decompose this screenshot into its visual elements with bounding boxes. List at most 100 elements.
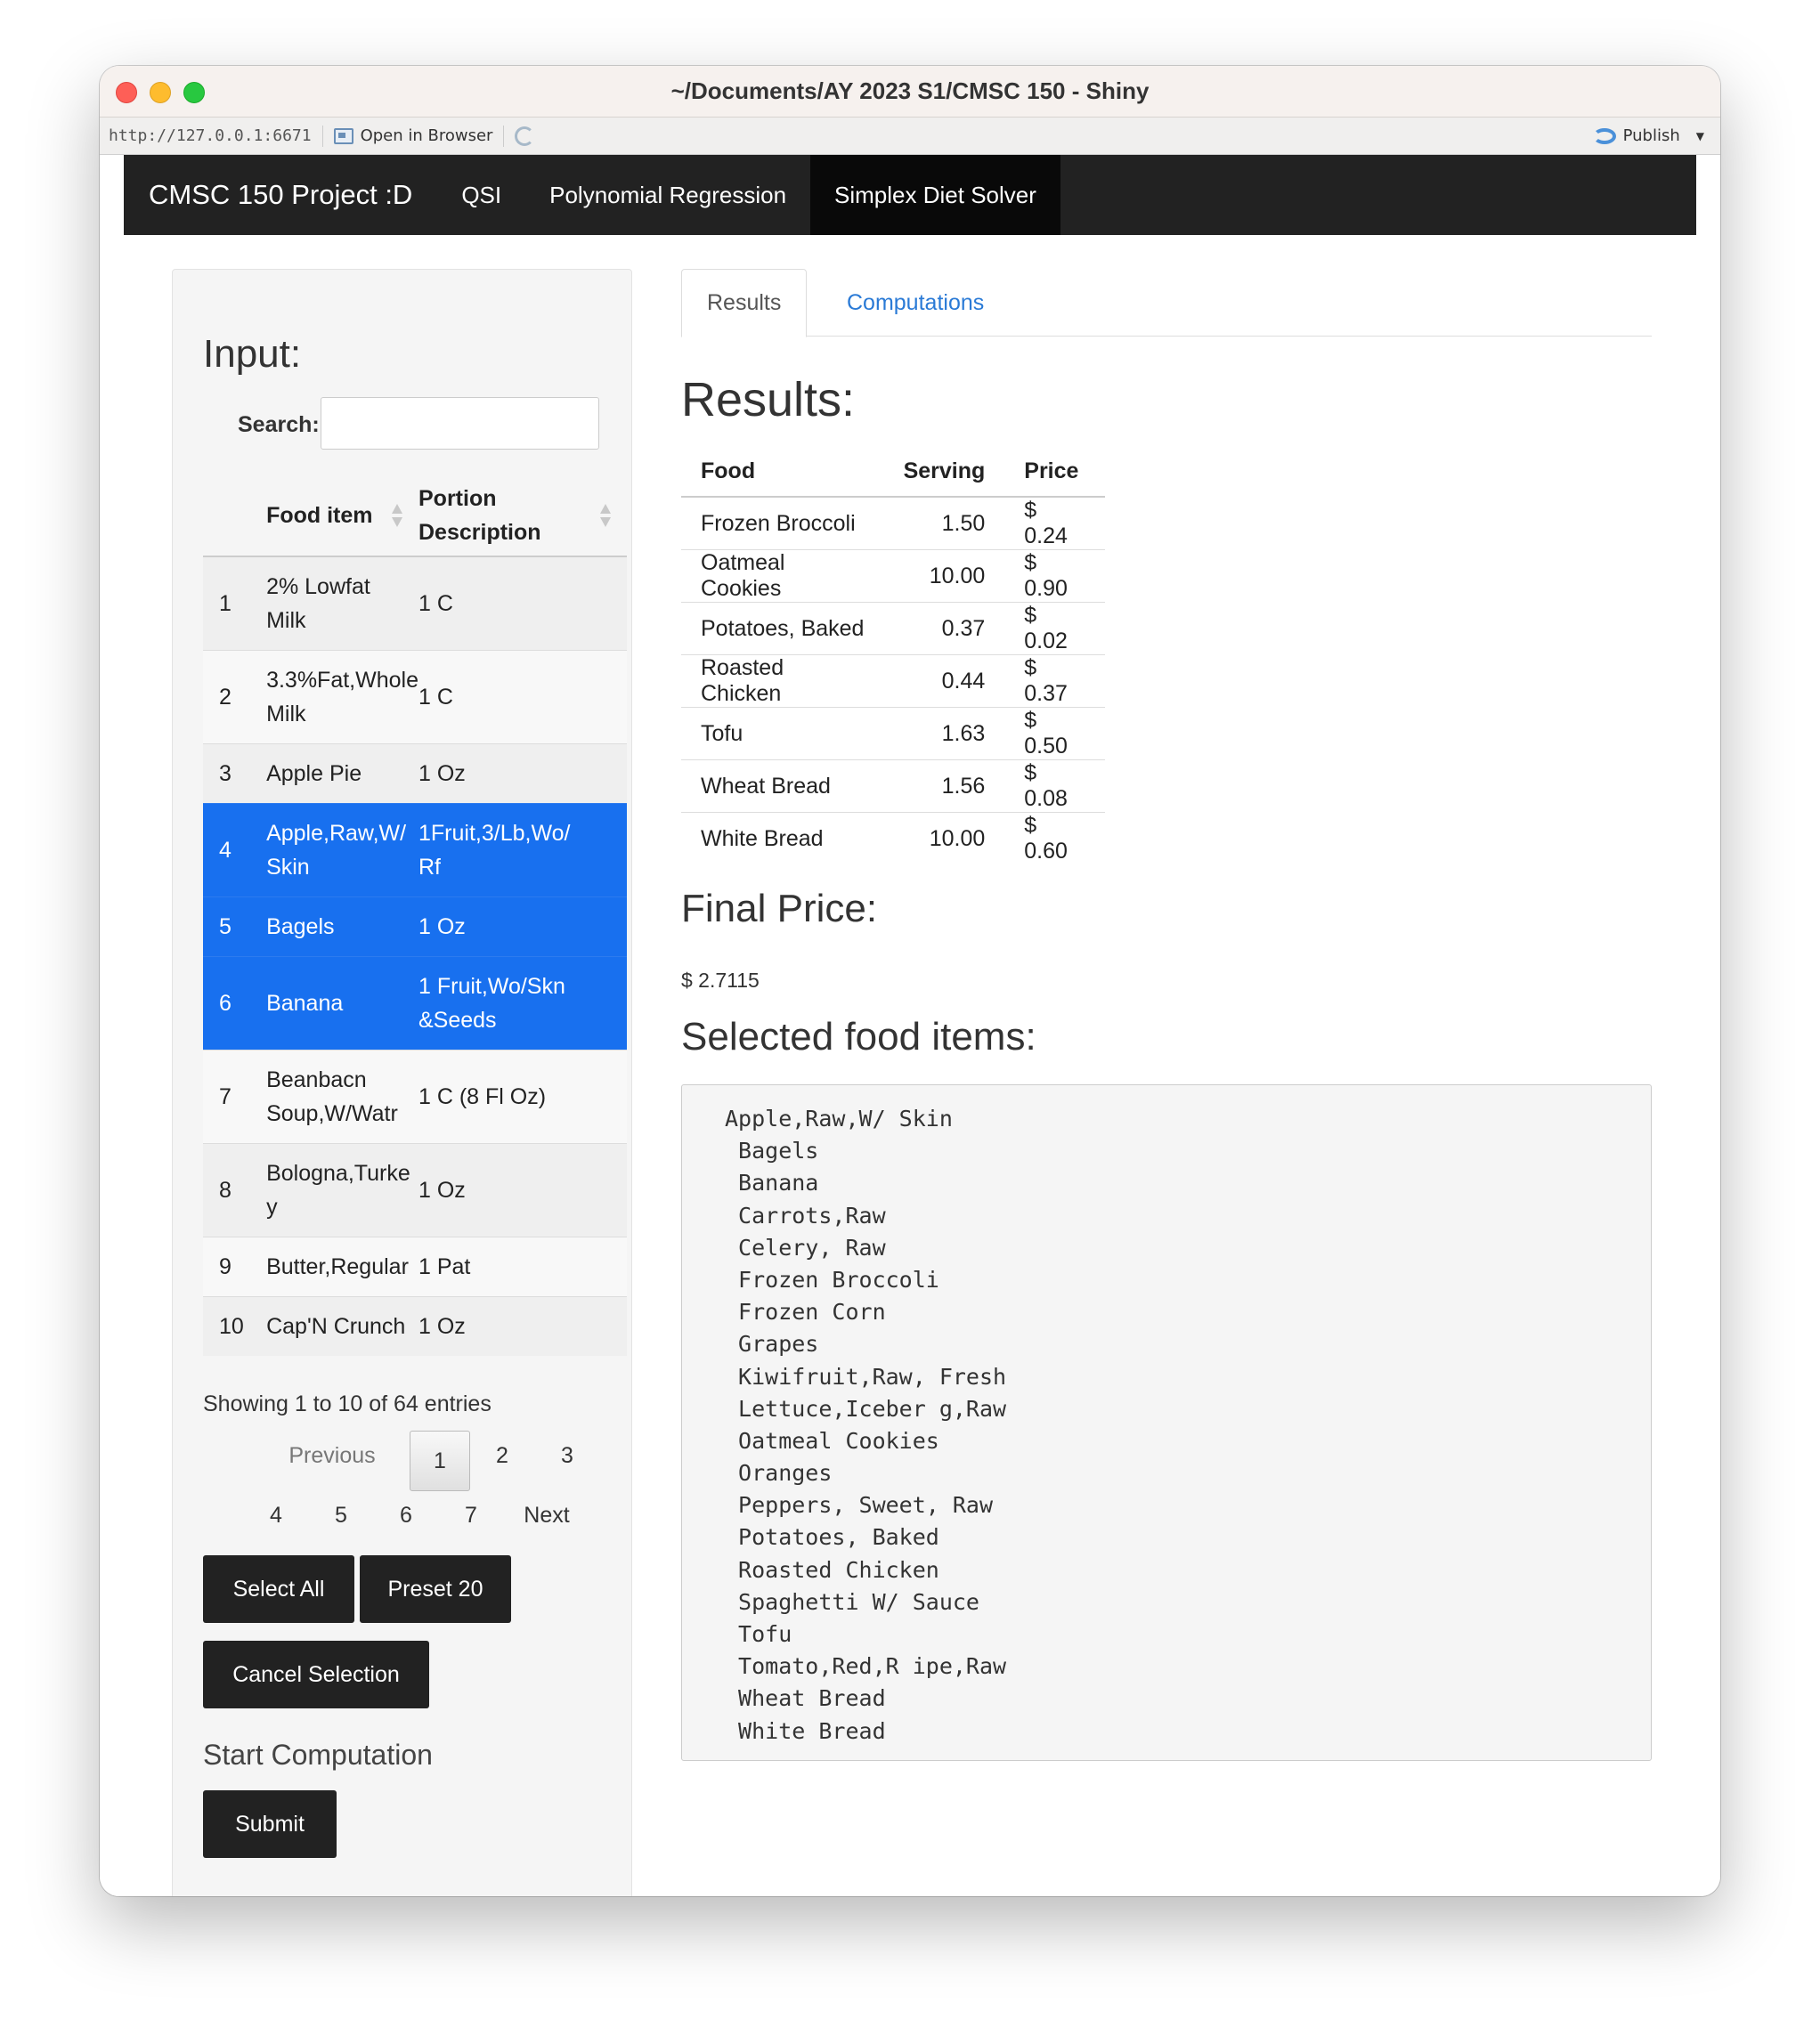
food-item-line: Cap'N Crunch <box>266 1314 406 1339</box>
open-in-browser-label: Open in Browser <box>360 126 493 145</box>
tab-computations[interactable]: Computations <box>822 269 1009 337</box>
table-row-selected[interactable]: 6 Banana 1 Fruit,Wo/Skn &Seeds <box>203 956 627 1051</box>
pagination-page-5[interactable]: 5 <box>323 1503 359 1529</box>
pagination-previous[interactable]: Previous <box>283 1443 381 1479</box>
portion-cell: 1 Pat <box>418 1237 627 1297</box>
list-item: Carrots,Raw <box>725 1202 886 1229</box>
row-number: 5 <box>203 896 267 957</box>
address-url[interactable]: http://127.0.0.1:6671 <box>109 126 312 145</box>
food-item-line: Butter,Regular <box>266 1254 409 1279</box>
selected-items-heading: Selected food items: <box>681 1015 1036 1059</box>
sort-icon <box>600 502 611 529</box>
price-cell: $ 0.90 <box>1004 549 1105 603</box>
list-item: Lettuce,Iceber g,Raw <box>725 1395 1007 1422</box>
pagination-page-1[interactable]: 1 <box>410 1431 470 1491</box>
portion-description-header-label: Portion Description <box>418 485 541 545</box>
close-window-button[interactable] <box>116 82 137 103</box>
list-item: Banana <box>725 1170 819 1197</box>
nav-tab-simplex-diet-solver[interactable]: Simplex Diet Solver <box>810 155 1060 235</box>
final-price-heading: Final Price: <box>681 887 878 930</box>
publish-icon <box>1592 127 1616 144</box>
portion-line: 1Fruit,3/Lb,Wo/ <box>418 821 571 846</box>
tab-results[interactable]: Results <box>681 269 808 337</box>
open-in-browser-button[interactable]: Open in Browser <box>333 126 493 145</box>
list-item: Frozen Corn <box>725 1299 886 1326</box>
row-number: 6 <box>203 956 267 1051</box>
price-cell: $ 0.37 <box>1004 654 1105 708</box>
portion-cell: 1Fruit,3/Lb,Wo/Rf <box>418 803 627 897</box>
portion-line: &Seeds <box>418 1008 497 1033</box>
preset-20-button[interactable]: Preset 20 <box>360 1555 511 1623</box>
search-input[interactable] <box>321 397 599 450</box>
sort-icon <box>392 502 402 529</box>
food-item-line: Milk <box>266 608 306 633</box>
serving-cell: 10.00 <box>883 812 1005 864</box>
table-header-row: Food item Portion Description <box>203 475 627 557</box>
cancel-selection-button[interactable]: Cancel Selection <box>203 1641 429 1708</box>
table-row-selected[interactable]: 5 Bagels 1 Oz <box>203 896 627 957</box>
food-item-line: Bologna,Turke <box>266 1161 410 1186</box>
food-item-cell: 3.3%Fat,Whole Milk <box>266 650 418 744</box>
minimize-window-button[interactable] <box>150 82 171 103</box>
table-row[interactable]: 3 Apple Pie 1 Oz <box>203 743 627 804</box>
food-table: Food item Portion Description 1 2% Lowfa… <box>203 475 627 1356</box>
nav-tab-polynomial-regression[interactable]: Polynomial Regression <box>525 155 810 235</box>
food-item-cell: Apple Pie <box>266 743 418 804</box>
table-row[interactable]: 8 Bologna,Turke y 1 Oz <box>203 1143 627 1237</box>
portion-line: 1 Oz <box>418 914 466 939</box>
food-cell: Roasted Chicken <box>681 654 884 708</box>
portion-description-header[interactable]: Portion Description <box>418 475 627 557</box>
serving-cell: 0.37 <box>883 602 1005 655</box>
input-title: Input: <box>203 332 302 376</box>
food-item-cell: Bologna,Turke y <box>266 1143 418 1237</box>
table-row[interactable]: 7 Beanbacn Soup,W/Watr 1 C (8 Fl Oz) <box>203 1050 627 1144</box>
pagination-page-3[interactable]: 3 <box>549 1443 585 1469</box>
price-cell: $ 0.02 <box>1004 602 1105 655</box>
row-number-header <box>203 475 267 557</box>
portion-line: 1 Oz <box>418 761 466 786</box>
serving-cell: 1.63 <box>883 707 1005 760</box>
maximize-window-button[interactable] <box>183 82 205 103</box>
pagination-page-6[interactable]: 6 <box>388 1503 424 1529</box>
row-number: 2 <box>203 650 267 744</box>
publish-button[interactable]: Publish ▼ <box>1592 126 1704 145</box>
list-item: Kiwifruit,Raw, Fresh <box>725 1363 1007 1390</box>
table-row[interactable]: 9 Butter,Regular 1 Pat <box>203 1237 627 1297</box>
publish-label: Publish <box>1622 126 1680 145</box>
row-number: 8 <box>203 1143 267 1237</box>
food-item-cell: Apple,Raw,W/Skin <box>266 803 418 897</box>
portion-cell: 1 C (8 Fl Oz) <box>418 1050 627 1144</box>
serving-column-header: Serving <box>883 447 1005 498</box>
submit-button[interactable]: Submit <box>203 1790 337 1858</box>
price-cell: $ 0.50 <box>1004 707 1105 760</box>
table-row[interactable]: 2 3.3%Fat,Whole Milk 1 C <box>203 650 627 744</box>
pagination-page-7[interactable]: 7 <box>453 1503 489 1529</box>
table-row[interactable]: 1 2% Lowfat Milk 1 C <box>203 556 627 651</box>
list-item: Bagels <box>725 1138 819 1164</box>
refresh-icon[interactable] <box>515 126 535 146</box>
pagination-page-2[interactable]: 2 <box>484 1443 520 1469</box>
food-item-line: y <box>266 1195 278 1220</box>
selected-items-output: Apple,Raw,W/ Skin Bagels Banana Carrots,… <box>681 1084 1652 1761</box>
pagination-next[interactable]: Next <box>511 1503 582 1529</box>
table-row: Roasted Chicken 0.44 $ 0.37 <box>681 654 1105 708</box>
table-row-selected[interactable]: 4 Apple,Raw,W/Skin 1Fruit,3/Lb,Wo/Rf <box>203 803 627 897</box>
browser-window-icon <box>333 127 353 144</box>
navbar-brand[interactable]: CMSC 150 Project :D <box>124 155 437 235</box>
input-sidebar: Input: Search: Food item Portion Descrip… <box>172 269 632 1896</box>
food-item-line: 3.3%Fat,Whole <box>266 668 418 693</box>
nav-tab-qsi[interactable]: QSI <box>437 155 525 235</box>
food-item-header[interactable]: Food item <box>266 475 418 557</box>
portion-line: 1 Oz <box>418 1314 466 1339</box>
food-cell: Wheat Bread <box>681 759 884 813</box>
table-row: Tofu 1.63 $ 0.50 <box>681 707 1105 760</box>
select-all-button[interactable]: Select All <box>203 1555 354 1623</box>
food-item-cell: Banana <box>266 956 418 1051</box>
table-row[interactable]: 10 Cap'N Crunch 1 Oz <box>203 1296 627 1356</box>
pagination-page-4[interactable]: 4 <box>258 1503 294 1529</box>
list-item: Grapes <box>725 1331 819 1358</box>
row-number: 7 <box>203 1050 267 1144</box>
portion-cell: 1 Oz <box>418 743 627 804</box>
list-item: Potatoes, Baked <box>725 1524 939 1551</box>
navbar: CMSC 150 Project :D QSI Polynomial Regre… <box>124 155 1696 235</box>
